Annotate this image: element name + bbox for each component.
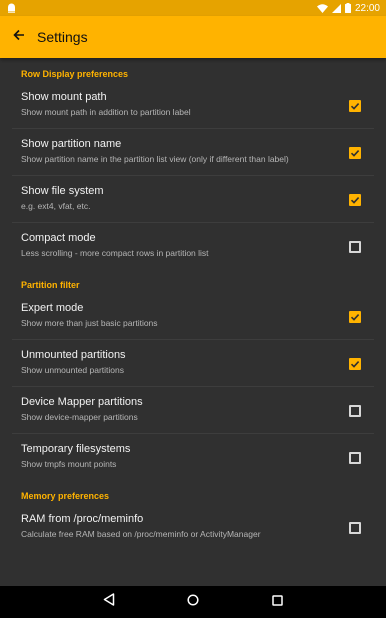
- checkbox-checked[interactable]: [349, 358, 361, 370]
- checkbox-unchecked[interactable]: [349, 241, 361, 253]
- android-notification-icon: [7, 3, 16, 13]
- pref-device-mapper-partitions[interactable]: Device Mapper partitions Show device-map…: [0, 388, 386, 434]
- section-header-row-display: Row Display preferences: [21, 69, 129, 79]
- pref-expert-mode[interactable]: Expert mode Show more than just basic pa…: [0, 294, 386, 340]
- checkbox-checked[interactable]: [349, 100, 361, 112]
- nav-home-button[interactable]: [183, 592, 203, 612]
- pref-show-file-system[interactable]: Show file system e.g. ext4, vfat, etc.: [0, 177, 386, 223]
- pref-summary: Show more than just basic partitions: [21, 318, 158, 328]
- checkbox-unchecked[interactable]: [349, 522, 361, 534]
- status-time: 22:00: [354, 2, 380, 14]
- pref-title: Temporary filesystems: [21, 443, 131, 455]
- wifi-icon: [316, 3, 328, 13]
- pref-title: Show partition name: [21, 138, 122, 150]
- settings-list[interactable]: Row Display preferences Show mount path …: [0, 58, 386, 586]
- triangle-back-icon: [103, 593, 115, 611]
- back-button[interactable]: [0, 16, 40, 58]
- checkbox-unchecked[interactable]: [349, 405, 361, 417]
- pref-show-mount-path[interactable]: Show mount path Show mount path in addit…: [0, 83, 386, 129]
- pref-compact-mode[interactable]: Compact mode Less scrolling - more compa…: [0, 224, 386, 270]
- pref-title: Show file system: [21, 185, 104, 197]
- pref-title: Device Mapper partitions: [21, 396, 143, 408]
- pref-title: Expert mode: [21, 302, 84, 314]
- section-header-memory: Memory preferences: [21, 491, 110, 501]
- pref-show-partition-name[interactable]: Show partition name Show partition name …: [0, 130, 386, 176]
- signal-icon: [331, 3, 341, 13]
- pref-temporary-filesystems[interactable]: Temporary filesystems Show tmpfs mount p…: [0, 435, 386, 481]
- section-header-partition-filter: Partition filter: [21, 280, 80, 290]
- checkbox-unchecked[interactable]: [349, 452, 361, 464]
- pref-title: RAM from /proc/meminfo: [21, 513, 144, 525]
- pref-summary: e.g. ext4, vfat, etc.: [21, 201, 91, 211]
- divider: [12, 128, 374, 129]
- arrow-left-icon: [13, 28, 25, 46]
- divider: [12, 386, 374, 387]
- pref-summary: Less scrolling - more compact rows in pa…: [21, 248, 209, 258]
- pref-unmounted-partitions[interactable]: Unmounted partitions Show unmounted part…: [0, 341, 386, 387]
- checkbox-checked[interactable]: [349, 147, 361, 159]
- pref-summary: Show mount path in addition to partition…: [21, 107, 191, 117]
- pref-summary: Show partition name in the partition lis…: [21, 154, 289, 164]
- divider: [12, 222, 374, 223]
- pref-summary: Show unmounted partitions: [21, 365, 125, 375]
- pref-title: Unmounted partitions: [21, 349, 126, 361]
- circle-home-icon: [187, 593, 199, 611]
- pref-summary: Calculate free RAM based on /proc/meminf…: [21, 529, 261, 539]
- status-bar: 22:00: [0, 0, 386, 16]
- pref-ram-from-meminfo[interactable]: RAM from /proc/meminfo Calculate free RA…: [0, 505, 386, 551]
- divider: [12, 433, 374, 434]
- square-recents-icon: [271, 593, 283, 611]
- app-bar: Settings: [0, 16, 386, 58]
- divider: [12, 175, 374, 176]
- pref-title: Show mount path: [21, 91, 107, 103]
- pref-title: Compact mode: [21, 232, 96, 244]
- battery-icon: [344, 3, 351, 13]
- page-title: Settings: [37, 29, 88, 45]
- pref-summary: Show tmpfs mount points: [21, 459, 117, 469]
- divider: [12, 339, 374, 340]
- nav-back-button[interactable]: [99, 592, 119, 612]
- status-icons: 22:00: [316, 2, 380, 14]
- navigation-bar: [0, 586, 386, 618]
- pref-summary: Show device-mapper partitions: [21, 412, 138, 422]
- nav-recents-button[interactable]: [267, 592, 287, 612]
- checkbox-checked[interactable]: [349, 311, 361, 323]
- checkbox-checked[interactable]: [349, 194, 361, 206]
